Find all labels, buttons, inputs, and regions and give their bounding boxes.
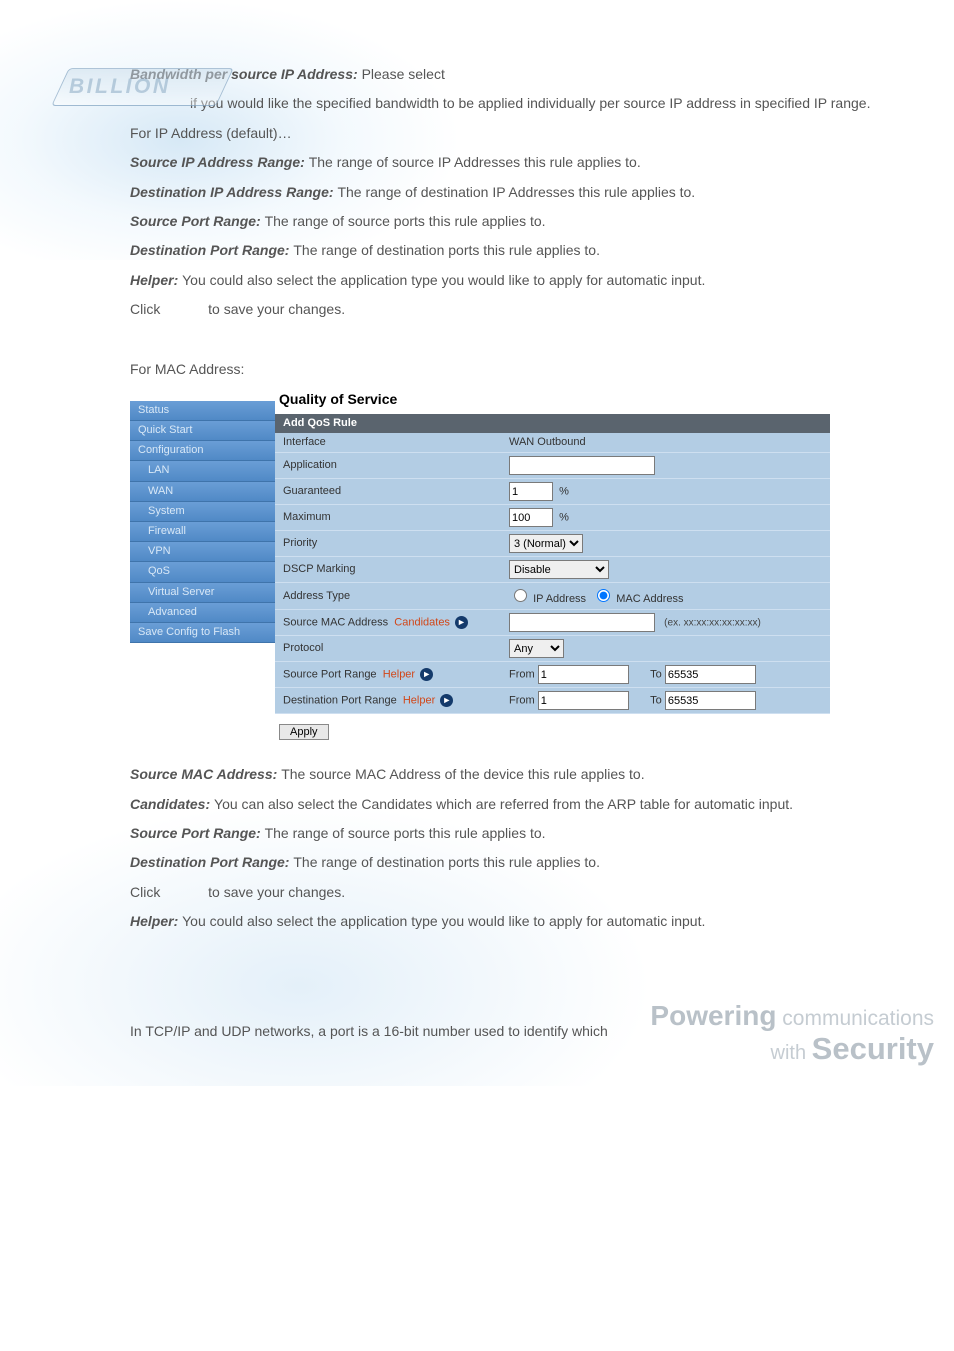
src-from-input[interactable] [538, 665, 629, 684]
dst-from-input[interactable] [538, 691, 629, 710]
paragraph: if you would like the specified bandwidt… [130, 89, 894, 118]
candidates-link[interactable]: Candidates [394, 616, 450, 628]
paragraph: For IP Address (default)… [130, 119, 894, 148]
radio-mac-address[interactable] [597, 589, 610, 602]
row-protocol: Protocol Any [275, 636, 830, 662]
helper-link-dst[interactable]: Helper [403, 694, 435, 706]
to-label: To [650, 669, 662, 681]
label-dscp: DSCP Marking [275, 557, 501, 583]
label-priority: Priority [275, 531, 501, 557]
label-source-mac: Source MAC Address Candidates ► [275, 610, 501, 636]
paragraph: Helper: You could also select the applic… [130, 266, 894, 295]
dst-to-input[interactable] [665, 691, 756, 710]
label-protocol: Protocol [275, 636, 501, 662]
candidates-plus-icon[interactable]: ► [455, 616, 468, 629]
sidebar-item-lan[interactable]: LAN [130, 461, 275, 481]
paragraph: Helper: You could also select the applic… [130, 907, 894, 936]
sidebar-item-status[interactable]: Status [130, 401, 275, 421]
row-guaranteed: Guaranteed % [275, 479, 830, 505]
source-mac-input[interactable] [509, 613, 655, 632]
label-guaranteed: Guaranteed [275, 479, 501, 505]
row-source-port: Source Port Range Helper ► From To [275, 662, 830, 688]
src-to-input[interactable] [665, 665, 756, 684]
paragraph: Click to save your changes. [130, 878, 894, 907]
sidebar-item-virtual-server[interactable]: Virtual Server [130, 583, 275, 603]
apply-button[interactable]: Apply [279, 724, 329, 740]
maximum-input[interactable] [509, 508, 553, 527]
guaranteed-input[interactable] [509, 482, 553, 501]
label-interface: Interface [275, 433, 501, 453]
to-label: To [650, 695, 662, 707]
application-input[interactable] [509, 456, 655, 475]
mac-hint: (ex. xx:xx:xx:xx:xx:xx) [664, 618, 761, 629]
paragraph: Destination IP Address Range: The range … [130, 178, 894, 207]
paragraph: Candidates: You can also select the Cand… [130, 790, 894, 819]
row-dscp: DSCP Marking Disable [275, 557, 830, 583]
row-address-type: Address Type IP Address MAC Address [275, 583, 830, 610]
radio-ip-label: IP Address [533, 593, 586, 605]
radio-ip-address[interactable] [514, 589, 527, 602]
sidebar-item-save-config[interactable]: Save Config to Flash [130, 623, 275, 643]
sidebar-item-wan[interactable]: WAN [130, 482, 275, 502]
sidebar-item-vpn[interactable]: VPN [130, 542, 275, 562]
section-heading: For MAC Address: [130, 355, 894, 384]
dscp-select[interactable]: Disable [509, 560, 609, 579]
percent-label: % [559, 486, 569, 498]
label-address-type: Address Type [275, 583, 501, 610]
value-interface: WAN Outbound [501, 433, 830, 453]
protocol-select[interactable]: Any [509, 639, 564, 658]
sidebar-item-advanced[interactable]: Advanced [130, 603, 275, 623]
paragraph: Source MAC Address: The source MAC Addre… [130, 760, 894, 789]
from-label: From [509, 669, 535, 681]
paragraph: Destination Port Range: The range of des… [130, 848, 894, 877]
paragraph: Click to save your changes. [130, 295, 894, 324]
row-priority: Priority 3 (Normal) [275, 531, 830, 557]
row-interface: Interface WAN Outbound [275, 433, 830, 453]
paragraph: Source Port Range: The range of source p… [130, 207, 894, 236]
row-maximum: Maximum % [275, 505, 830, 531]
priority-select[interactable]: 3 (Normal) [509, 534, 583, 553]
paragraph: Destination Port Range: The range of des… [130, 236, 894, 265]
row-source-mac: Source MAC Address Candidates ► (ex. xx:… [275, 610, 830, 636]
main-panel: Quality of Service Add QoS Rule Interfac… [275, 389, 830, 740]
percent-label: % [559, 512, 569, 524]
label-application: Application [275, 453, 501, 479]
sidebar-item-firewall[interactable]: Firewall [130, 522, 275, 542]
helper-link-src[interactable]: Helper [383, 668, 415, 680]
qos-form-table: Interface WAN Outbound Application Guara… [275, 433, 830, 714]
row-application: Application [275, 453, 830, 479]
radio-mac-label: MAC Address [616, 593, 683, 605]
page-title: Quality of Service [275, 389, 830, 414]
brand-logo: BILLION [60, 68, 225, 106]
sidebar-item-qos[interactable]: QoS [130, 562, 275, 582]
sidebar-item-quickstart[interactable]: Quick Start [130, 421, 275, 441]
panel-header: Add QoS Rule [275, 414, 830, 433]
paragraph: Source IP Address Range: The range of so… [130, 148, 894, 177]
paragraph: In TCP/IP and UDP networks, a port is a … [130, 1017, 894, 1046]
helper-plus-icon[interactable]: ► [420, 668, 433, 681]
router-screenshot: Status Quick Start Configuration LAN WAN… [130, 389, 830, 740]
row-destination-port: Destination Port Range Helper ► From To [275, 688, 830, 714]
from-label: From [509, 695, 535, 707]
label-maximum: Maximum [275, 505, 501, 531]
helper-plus-icon[interactable]: ► [440, 694, 453, 707]
sidebar-item-configuration[interactable]: Configuration [130, 441, 275, 461]
sidebar: Status Quick Start Configuration LAN WAN… [130, 389, 275, 740]
sidebar-item-system[interactable]: System [130, 502, 275, 522]
paragraph: Bandwidth per source IP Address: Please … [130, 60, 894, 89]
paragraph: Source Port Range: The range of source p… [130, 819, 894, 848]
document-body: Bandwidth per source IP Address: Please … [0, 0, 954, 1086]
label-source-port: Source Port Range Helper ► [275, 662, 501, 688]
label-destination-port: Destination Port Range Helper ► [275, 688, 501, 714]
